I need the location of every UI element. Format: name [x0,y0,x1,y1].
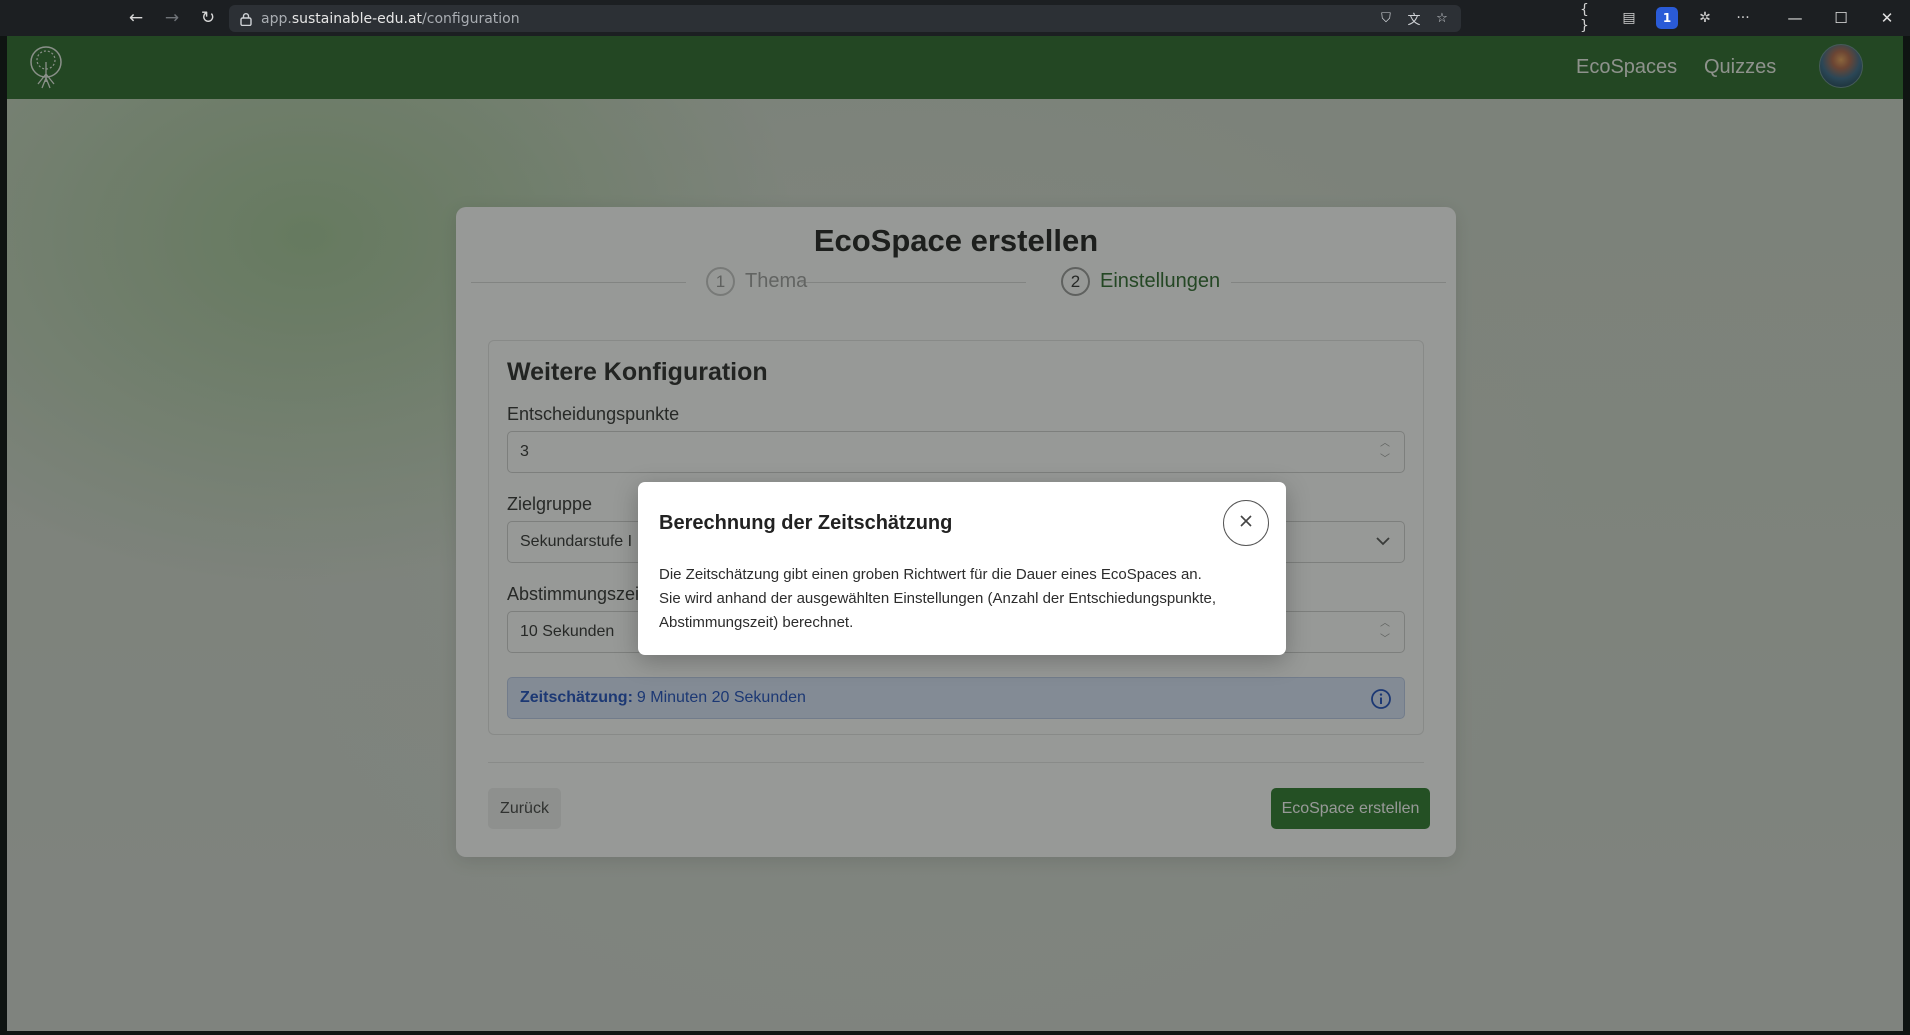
url-text: app.sustainable-edu.at/configuration [261,10,520,27]
devtools-icon[interactable]: { } [1580,2,1602,34]
more-menu-icon[interactable]: ··· [1732,7,1754,29]
translate-icon[interactable]: 文 [1405,9,1423,28]
app-viewport: EcoSpaces Quizzes EcoSpace erstellen 1 T… [7,36,1903,1031]
lock-icon [239,12,253,26]
minimize-icon[interactable]: — [1772,0,1818,36]
modal-body: Die Zeitschätzung gibt einen groben Rich… [659,563,1269,635]
modal-title: Berechnung der Zeitschätzung [659,512,953,534]
close-button[interactable] [1223,500,1269,546]
extension-badge-icon[interactable]: 1 [1656,7,1678,29]
document-icon[interactable]: ▤ [1618,7,1640,29]
extensions-icon[interactable]: ✲ [1694,7,1716,29]
shield-icon[interactable]: ⛉ [1377,9,1395,27]
forward-arrow-icon[interactable]: → [160,6,184,30]
window-close-icon[interactable]: ✕ [1864,0,1910,36]
reload-icon[interactable]: ↻ [196,6,220,30]
modal-text-line: Sie wird anhand der ausgewählten Einstel… [659,590,1217,631]
back-arrow-icon[interactable]: ← [124,6,148,30]
browser-toolbar: ← → ↻ app.sustainable-edu.at/configurati… [0,0,1910,36]
time-estimate-modal: Berechnung der Zeitschätzung Die Zeitsch… [638,482,1286,655]
modal-text-line: Die Zeitschätzung gibt einen groben Rich… [659,566,1202,583]
bookmark-icon[interactable]: ☆ [1433,9,1451,27]
address-bar[interactable]: app.sustainable-edu.at/configuration ⛉ 文… [229,5,1461,32]
maximize-icon[interactable]: ☐ [1818,0,1864,36]
close-icon [1238,513,1254,534]
